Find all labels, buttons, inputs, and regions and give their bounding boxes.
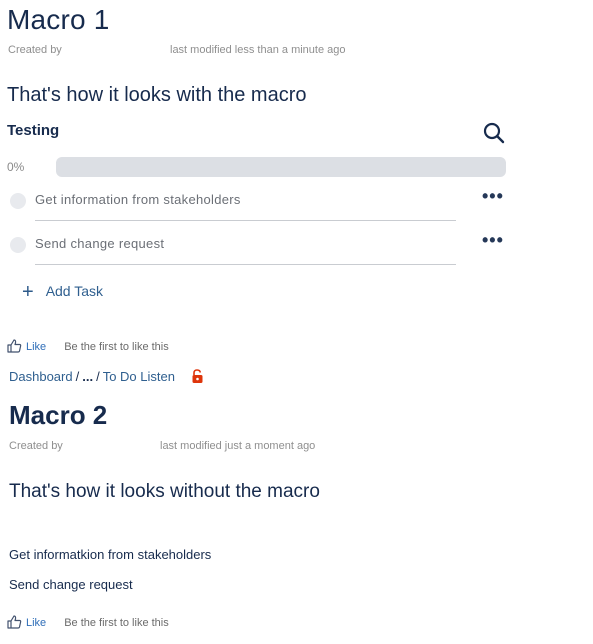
unlocked-padlock-icon[interactable] [191, 369, 204, 387]
add-task-button[interactable]: + Add Task [22, 281, 103, 304]
breadcrumb-separator: / [75, 369, 80, 384]
breadcrumb-dashboard[interactable]: Dashboard [9, 369, 73, 384]
task-divider [35, 264, 456, 265]
page-title-macro-2: Macro 2 [9, 400, 108, 430]
like-row: Like Be the first to like this [7, 615, 169, 632]
breadcrumb: Dashboard /... / To Do Listen [9, 369, 204, 387]
task-item: Get information from stakeholders ••• [10, 186, 510, 221]
section-heading-with-macro: That's how it looks with the macro [7, 84, 307, 106]
progress-percent: 0% [7, 160, 25, 174]
like-button[interactable]: Like [26, 341, 46, 353]
breadcrumb-ellipsis[interactable]: ... [82, 369, 93, 384]
task-label[interactable]: Send change request [35, 236, 164, 251]
last-modified-text[interactable]: last modified just a moment ago [160, 440, 315, 452]
like-note: Be the first to like this [64, 341, 169, 353]
thumbs-up-icon[interactable] [7, 615, 22, 632]
task-checkbox[interactable] [10, 193, 26, 209]
task-label[interactable]: Get information from stakeholders [35, 192, 241, 207]
progress-bar [56, 157, 506, 177]
task-board-title: Testing [7, 122, 60, 139]
list-item: Send change request [9, 577, 133, 592]
more-icon[interactable]: ••• [482, 231, 504, 249]
section-heading-without-macro: That's how it looks without the macro [9, 481, 320, 502]
search-icon[interactable] [481, 120, 507, 146]
add-task-label: Add Task [45, 283, 104, 299]
breadcrumb-to-do-listen[interactable]: To Do Listen [103, 369, 175, 384]
task-divider [35, 220, 456, 221]
list-item: Get informatkion from stakeholders [9, 547, 212, 562]
created-by-label: Created by [8, 44, 62, 56]
thumbs-up-icon[interactable] [7, 339, 22, 356]
like-row: Like Be the first to like this [7, 339, 169, 356]
created-by-label: Created by [9, 440, 63, 452]
task-checkbox[interactable] [10, 237, 26, 253]
plus-icon: + [22, 281, 34, 303]
breadcrumb-separator: / [96, 369, 100, 384]
like-note: Be the first to like this [64, 617, 169, 629]
more-icon[interactable]: ••• [482, 187, 504, 205]
task-item: Send change request ••• [10, 230, 510, 265]
page-title-macro-1: Macro 1 [7, 4, 110, 35]
last-modified-text[interactable]: last modified less than a minute ago [170, 44, 346, 56]
like-button[interactable]: Like [26, 617, 46, 629]
